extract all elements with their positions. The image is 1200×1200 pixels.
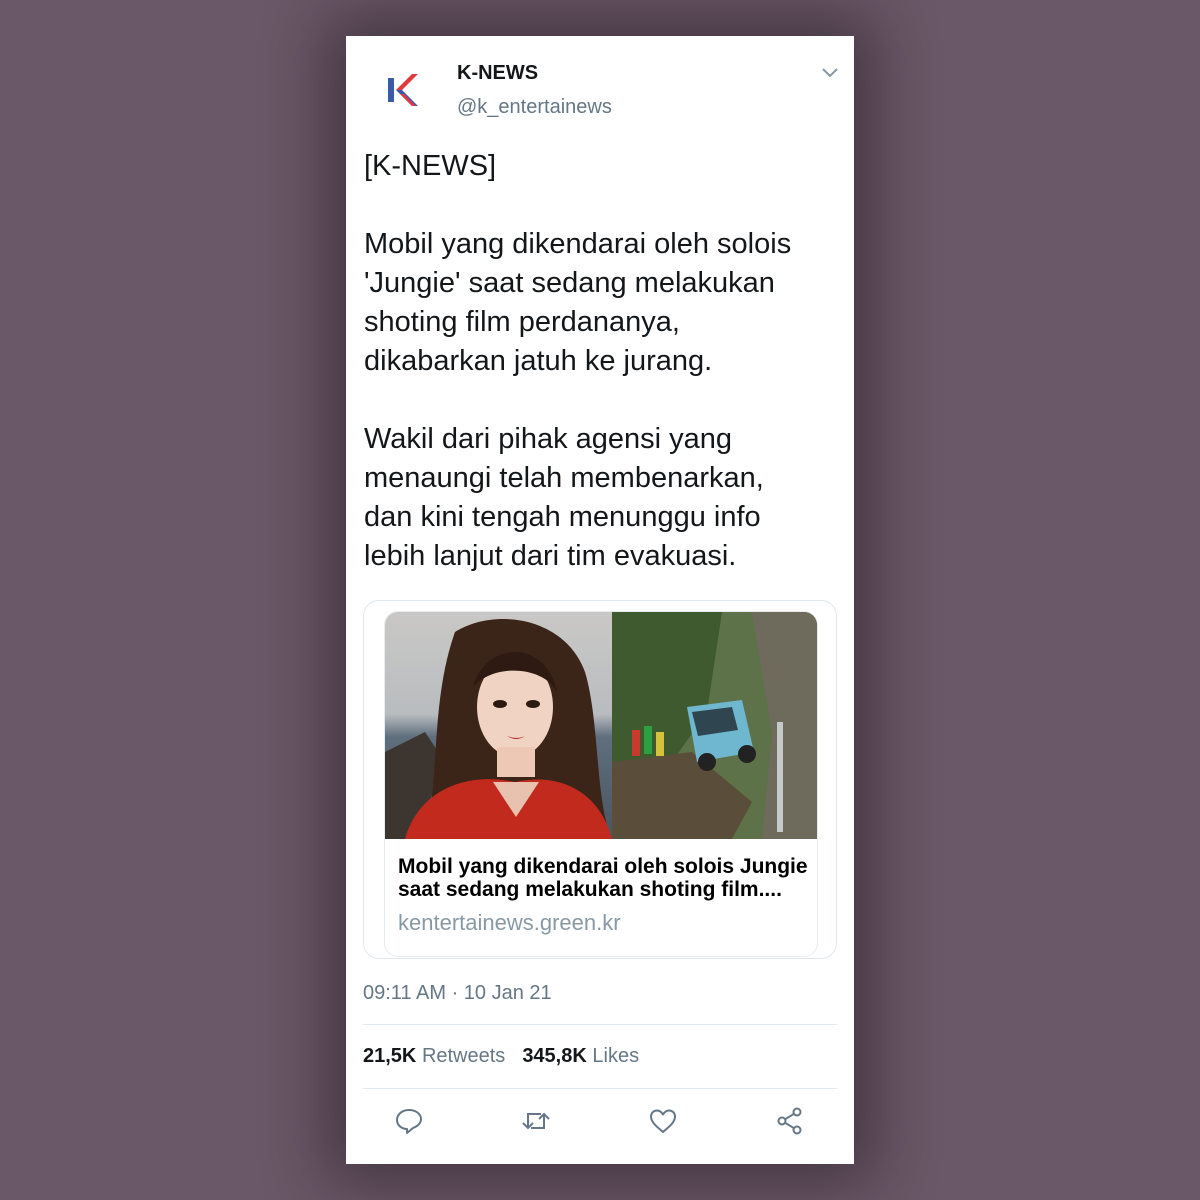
user-handle[interactable]: @k_entertainews [457, 96, 612, 119]
tweet-timestamp[interactable]: 09:11 AM · 10 Jan 21 [363, 982, 552, 1005]
retweets-count[interactable]: 21,5K [363, 1045, 416, 1067]
engagement-stats: 21,5K Retweets 345,8K Likes [363, 1045, 639, 1068]
divider [363, 1088, 837, 1089]
tweet-paragraph: [K-NEWS] [364, 150, 497, 182]
link-preview[interactable]: Mobil yang dikendarai oleh solois Jungie… [384, 611, 818, 957]
retweet-icon[interactable] [521, 1106, 551, 1136]
divider [363, 1024, 837, 1025]
link-card-title[interactable]: Mobil yang dikendarai oleh solois Jungie… [398, 855, 812, 901]
retweets-label[interactable]: Retweets [422, 1045, 505, 1067]
k-news-logo-avatar[interactable] [384, 70, 420, 110]
likes-count[interactable]: 345,8K [522, 1045, 587, 1067]
tweet-paragraph: Wakil dari pihak agensi yang menaungi te… [364, 423, 764, 572]
woman-portrait-image [385, 612, 612, 839]
link-card-domain[interactable]: kentertainews.green.kr [398, 910, 621, 936]
chevron-down-icon[interactable] [820, 64, 840, 80]
tweet-paragraph: Mobil yang dikendarai oleh solois 'Jungi… [364, 228, 792, 377]
reply-icon[interactable] [394, 1106, 424, 1136]
likes-label[interactable]: Likes [592, 1045, 639, 1067]
tweet-text: [K-NEWS] Mobil yang dikendarai oleh solo… [364, 147, 844, 576]
like-icon[interactable] [648, 1106, 678, 1136]
display-name[interactable]: K-NEWS [457, 62, 538, 85]
car-cliff-image [612, 612, 817, 839]
share-icon[interactable] [775, 1106, 805, 1136]
